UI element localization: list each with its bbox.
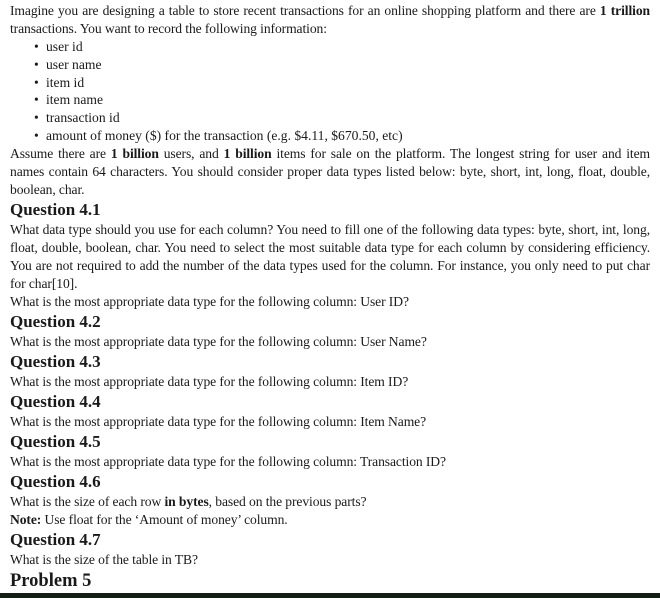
question-4-1-description: What data type should you use for each c… bbox=[10, 221, 650, 291]
bullet-icon: • bbox=[34, 127, 39, 143]
question-4-4-prompt: What is the most appropriate data type f… bbox=[10, 413, 427, 429]
question-4-1-heading: Question 4.1 bbox=[10, 199, 101, 219]
list-item: • item id bbox=[34, 74, 85, 90]
bullet-icon: • bbox=[34, 92, 39, 108]
question-4-6-heading: Question 4.6 bbox=[10, 471, 101, 491]
question-4-6-note: Note: Use float for the ‘Amount of money… bbox=[10, 511, 288, 527]
field-list: • user id • user name • item id • item name … bbox=[10, 38, 650, 145]
bullet-icon: • bbox=[34, 110, 39, 126]
list-item: • user name bbox=[34, 56, 102, 72]
question-4-4-heading: Question 4.4 bbox=[10, 391, 101, 411]
question-4-5-prompt: What is the most appropriate data type f… bbox=[10, 453, 446, 469]
question-4-5-heading: Question 4.5 bbox=[10, 431, 101, 451]
question-4-2-heading: Question 4.2 bbox=[10, 311, 101, 331]
list-item: • amount of money ($) for the transaction… bbox=[34, 127, 403, 143]
list-item: • transaction id bbox=[34, 110, 120, 126]
bullet-icon: • bbox=[34, 56, 39, 72]
list-item: • item name bbox=[34, 92, 103, 108]
question-4-7-prompt: What is the size of the table in TB? bbox=[10, 551, 198, 567]
question-4-1-prompt: What is the most appropriate data type f… bbox=[10, 293, 409, 309]
bottom-border bbox=[0, 593, 660, 598]
note-label: Note: bbox=[10, 511, 42, 527]
bullet-icon: • bbox=[34, 74, 39, 90]
problem-5-heading: Problem 5 bbox=[10, 570, 92, 591]
bullet-icon: • bbox=[34, 39, 39, 54]
user-count: 1 billion bbox=[110, 145, 159, 161]
transaction-count: 1 trillion bbox=[599, 3, 650, 18]
list-item: • user id bbox=[34, 39, 83, 54]
question-4-2-prompt: What is the most appropriate data type f… bbox=[10, 333, 427, 349]
item-count: 1 billion bbox=[223, 145, 272, 161]
question-4-3-prompt: What is the most appropriate data type f… bbox=[10, 373, 409, 389]
assumption-paragraph: Assume there are 1 billion users, and 1 … bbox=[10, 145, 651, 197]
question-4-3-heading: Question 4.3 bbox=[10, 351, 101, 371]
intro-paragraph: Imagine you are designing a table to sto… bbox=[10, 3, 650, 36]
document: Imagine you are designing a table to sto… bbox=[10, 2, 650, 594]
question-4-6-prompt: What is the size of each row in bytes, b… bbox=[10, 493, 367, 509]
question-4-7-heading: Question 4.7 bbox=[10, 529, 101, 549]
